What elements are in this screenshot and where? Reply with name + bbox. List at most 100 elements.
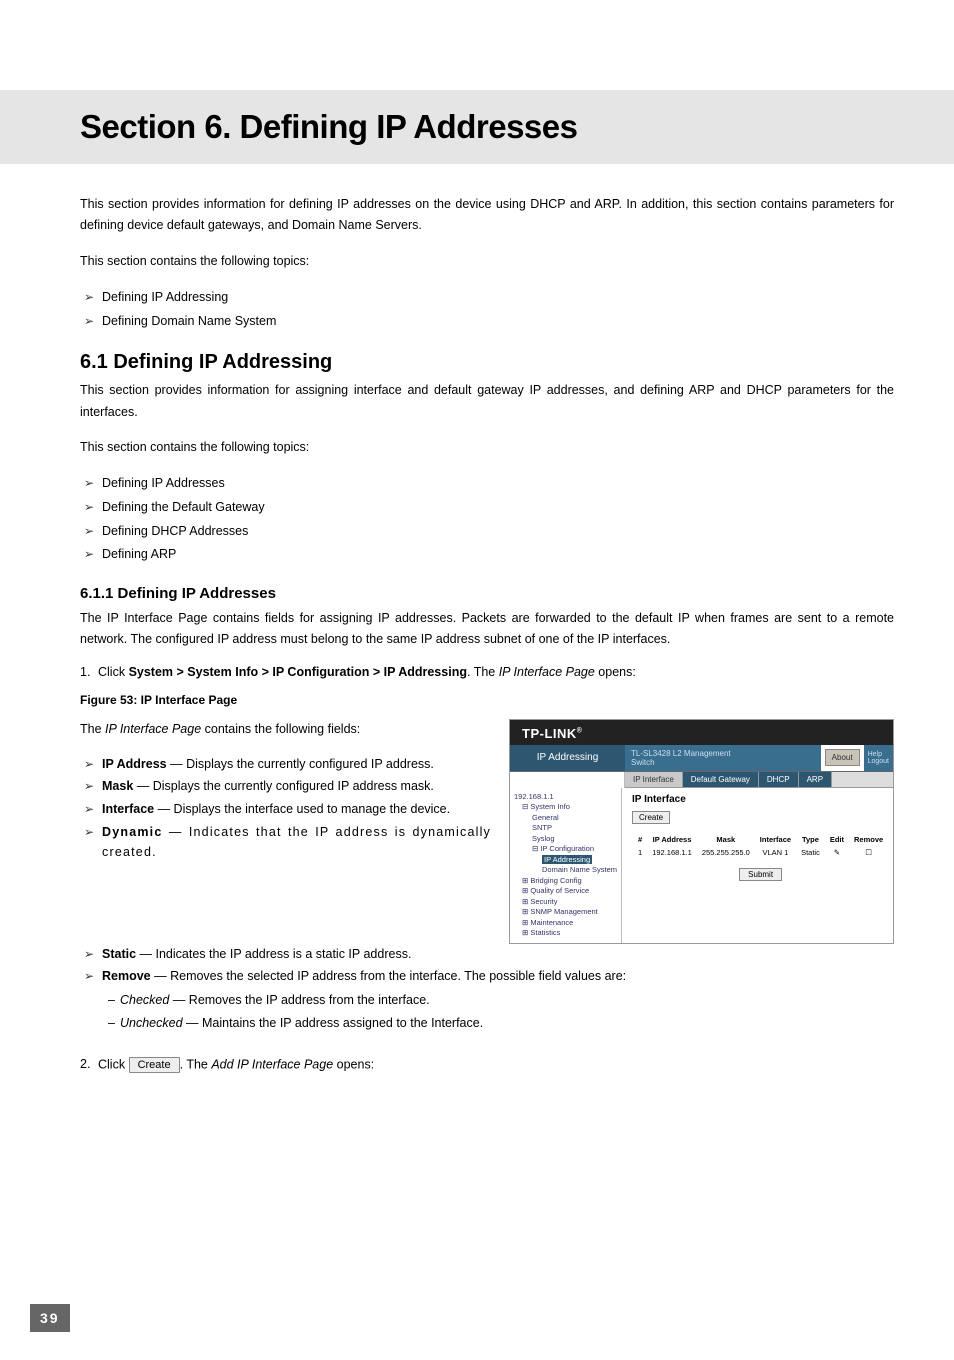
col-num: # [634,834,646,845]
header-links: Help Logout [864,745,893,771]
help-link[interactable]: Help [868,751,889,758]
field-desc: — Displays the currently configured IP a… [133,779,434,793]
h61-para-2: This section contains the following topi… [80,437,894,458]
step-number: 1. [80,665,90,679]
field-item: Dynamic — Indicates that the IP address … [80,822,491,863]
h61-bullet-list: Defining IP Addresses Defining the Defau… [80,472,894,567]
field-item: Interface — Displays the interface used … [80,799,491,820]
text: TL-SL3428 L2 Management [631,749,815,758]
nav-tree: 192.168.1.1 ⊟ System Info General SNTP S… [510,788,622,943]
create-button-graphic: Create [129,1057,180,1073]
tree-node[interactable]: ⊞ Maintenance [514,918,617,929]
about-button[interactable]: About [825,749,860,766]
step-text: Click [98,665,129,679]
header-title: TL-SL3428 L2 Management Switch [625,745,821,771]
field-name: Remove [102,969,151,983]
field-name: IP Address [102,757,167,771]
figure-caption: Figure 53: IP Interface Page [80,693,894,707]
screenshot-header: IP Addressing TL-SL3428 L2 Management Sw… [510,745,893,772]
col-interface: Interface [756,834,795,845]
tree-node[interactable]: ⊞ Security [514,897,617,908]
list-item: Defining DHCP Addresses [80,520,894,544]
field-desc: — Removes the selected IP address from t… [151,969,626,983]
tab-bar: IP Interface Default Gateway DHCP ARP [625,772,893,788]
tree-node-selected[interactable]: IP Addressing [514,855,617,866]
field-name: Mask [102,779,133,793]
edit-icon[interactable]: ✎ [826,847,848,858]
cell: Static [797,847,824,858]
top-bullet-list: Defining IP Addressing Defining Domain N… [80,286,894,334]
option-name: Unchecked [120,1016,183,1030]
col-type: Type [797,834,824,845]
field-name: Dynamic [102,825,163,839]
field-name: Interface [102,802,154,816]
heading-6-1: 6.1 Defining IP Addressing [80,351,894,374]
field-item: IP Address — Displays the currently conf… [80,754,491,775]
intro-para-2: This section contains the following topi… [80,251,894,272]
cell: 192.168.1.1 [648,847,696,858]
tab-ip-interface[interactable]: IP Interface [625,772,683,787]
heading-6-1-1: 6.1.1 Defining IP Addresses [80,585,894,602]
create-button[interactable]: Create [632,811,670,824]
field-desc: — Displays the currently configured IP a… [167,757,434,771]
h611-para-1: The IP Interface Page contains fields fo… [80,608,894,651]
col-remove: Remove [850,834,887,845]
field-item: Remove — Removes the selected IP address… [80,966,894,987]
cell: 255.255.255.0 [698,847,754,858]
field-list: IP Address — Displays the currently conf… [80,754,491,863]
fields-intro: The IP Interface Page contains the follo… [80,719,491,740]
list-item: Defining IP Addressing [80,286,894,310]
logout-link[interactable]: Logout [868,758,889,765]
tree-node[interactable]: SNTP [514,823,617,834]
screenshot-main: IP Interface Create # IP Address Mask In… [622,788,899,943]
brand-logo: TP-LINK® [510,720,893,745]
page-number: 39 [30,1304,70,1332]
tree-node[interactable]: ⊞ SNMP Management [514,907,617,918]
tree-node[interactable]: General [514,813,617,824]
tab-dhcp[interactable]: DHCP [759,772,799,787]
option-name: Checked [120,993,169,1007]
page-ref: IP Interface Page [499,665,595,679]
tree-node[interactable]: ⊞ Quality of Service [514,886,617,897]
screenshot-ip-interface: TP-LINK® IP Addressing TL-SL3428 L2 Mana… [509,719,894,944]
tree-node[interactable]: ⊞ Bridging Config [514,876,617,887]
cell: VLAN 1 [756,847,795,858]
step-text: opens: [595,665,636,679]
tree-node[interactable]: Domain Name System [514,865,617,876]
h61-para-1: This section provides information for as… [80,380,894,423]
page-ref: IP Interface Page [105,722,201,736]
list-item: Defining the Default Gateway [80,496,894,520]
submit-button[interactable]: Submit [739,868,782,881]
tab-default-gateway[interactable]: Default Gateway [683,772,759,787]
tree-node[interactable]: ⊟ System Info [514,802,617,813]
col-mask: Mask [698,834,754,845]
remove-checkbox[interactable]: ☐ [850,847,887,858]
text: contains the following fields: [201,722,360,736]
list-item: Defining ARP [80,543,894,567]
tree-node[interactable]: 192.168.1.1 [514,792,617,803]
tree-node[interactable]: ⊞ Statistics [514,928,617,939]
field-item: Static — Indicates the IP address is a s… [80,944,894,965]
tree-node[interactable]: Syslog [514,834,617,845]
col-ip: IP Address [648,834,696,845]
page-title: Section 6. Defining IP Addresses [80,108,894,146]
col-edit: Edit [826,834,848,845]
tree-node[interactable]: ⊟ IP Configuration [514,844,617,855]
step-1: 1. Click System > System Info > IP Confi… [80,665,894,679]
step-2: 2. Click Create. The Add IP Interface Pa… [80,1057,894,1073]
step-number: 2. [80,1057,90,1071]
step-text: . The [180,1057,212,1071]
cell: 1 [634,847,646,858]
ip-table: # IP Address Mask Interface Type Edit Re… [632,832,889,860]
field-item: Mask — Displays the currently configured… [80,776,491,797]
step-text: opens: [333,1057,374,1071]
field-desc: — Indicates the IP address is a static I… [136,947,411,961]
field-desc: — Displays the interface used to manage … [154,802,450,816]
table-row: 1 192.168.1.1 255.255.255.0 VLAN 1 Stati… [634,847,887,858]
page-ref: Add IP Interface Page [211,1057,333,1071]
list-item: Defining IP Addresses [80,472,894,496]
field-name: Static [102,947,136,961]
tab-arp[interactable]: ARP [799,772,832,787]
list-item: Defining Domain Name System [80,310,894,334]
step-text: Click [98,1057,129,1071]
